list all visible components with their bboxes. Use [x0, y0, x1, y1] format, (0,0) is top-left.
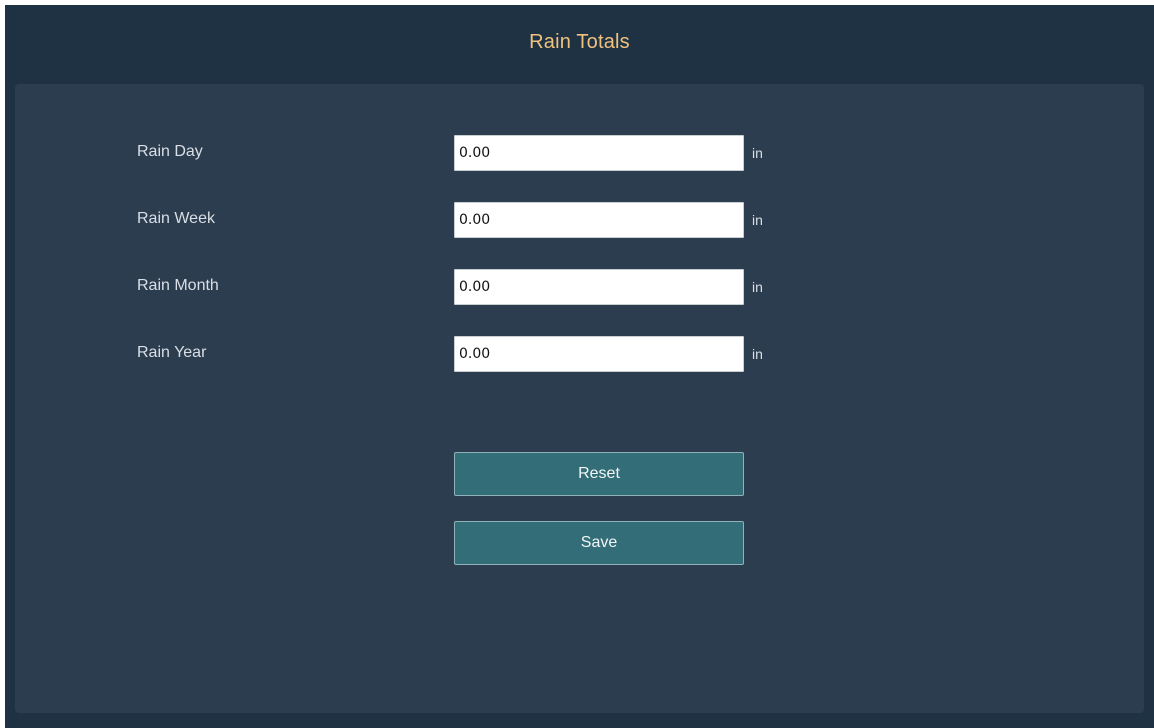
rain-day-unit: in	[752, 145, 763, 161]
rain-month-row: Rain Month in	[15, 269, 1144, 305]
page-title: Rain Totals	[529, 30, 630, 53]
rain-week-unit: in	[752, 212, 763, 228]
rain-year-label: Rain Year	[137, 344, 207, 361]
rain-week-label: Rain Week	[137, 210, 215, 227]
save-button[interactable]: Save	[454, 521, 744, 565]
app-window: Rain Totals Rain Day in Rain Week in Rai…	[5, 5, 1154, 728]
rain-month-input[interactable]	[454, 269, 744, 305]
rain-month-unit: in	[752, 279, 763, 295]
rain-day-label: Rain Day	[137, 143, 203, 160]
reset-button[interactable]: Reset	[454, 452, 744, 496]
rain-day-input[interactable]	[454, 135, 744, 171]
rain-month-label: Rain Month	[137, 277, 219, 294]
rain-week-row: Rain Week in	[15, 202, 1144, 238]
rain-year-input[interactable]	[454, 336, 744, 372]
rain-week-input[interactable]	[454, 202, 744, 238]
rain-totals-panel: Rain Day in Rain Week in Rain Month in R…	[15, 84, 1144, 713]
header-bar: Rain Totals	[5, 5, 1154, 83]
rain-day-row: Rain Day in	[15, 135, 1144, 171]
rain-year-row: Rain Year in	[15, 336, 1144, 372]
rain-year-unit: in	[752, 346, 763, 362]
